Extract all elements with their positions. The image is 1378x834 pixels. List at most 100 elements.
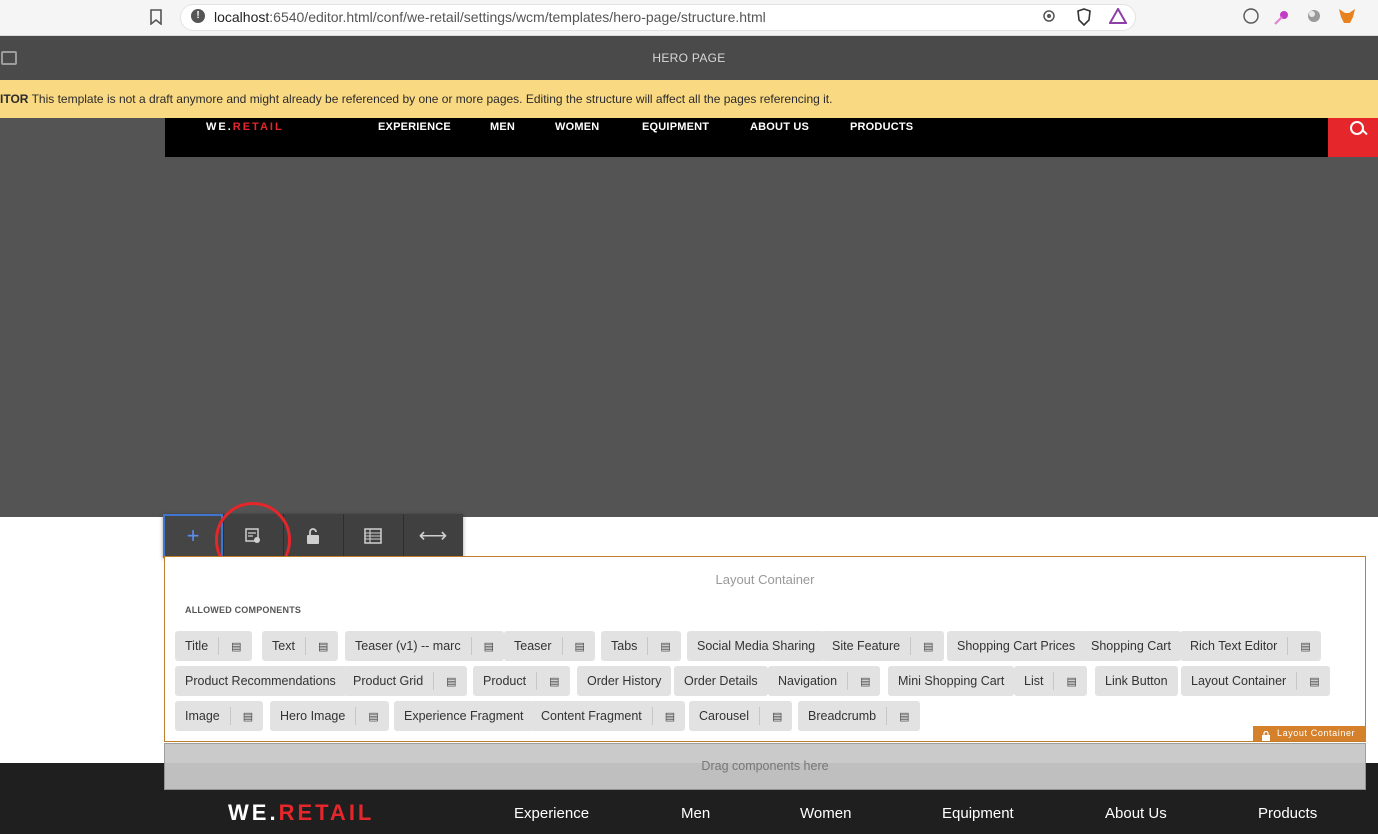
- footer-nav-about-us[interactable]: About Us: [1105, 805, 1167, 822]
- lock-icon: [1262, 728, 1270, 741]
- chip-policy[interactable]: ▤: [910, 637, 943, 655]
- footer-nav-experience[interactable]: Experience: [514, 805, 589, 822]
- properties-button[interactable]: [343, 514, 403, 558]
- brave-rewards-icon[interactable]: [1108, 6, 1128, 28]
- component-chip-content-fragment[interactable]: Content Fragment ▤: [531, 701, 686, 731]
- chip-policy[interactable]: ▤: [1053, 672, 1086, 690]
- policy-icon: ▤: [860, 675, 871, 688]
- chip-policy[interactable]: ▤: [847, 672, 880, 690]
- logo-accent: RETAIL: [232, 121, 284, 133]
- component-chip-product-recommendations[interactable]: Product Recommendations: [175, 666, 346, 696]
- url-text[interactable]: localhost:6540/editor.html/conf/we-retai…: [214, 9, 766, 25]
- chip-label: Content Fragment: [541, 709, 642, 723]
- site-info-icon[interactable]: !: [191, 9, 205, 23]
- chip-label: Rich Text Editor: [1190, 639, 1278, 653]
- chip-policy[interactable]: ▤: [651, 707, 685, 725]
- footer-nav-products[interactable]: Products: [1258, 805, 1317, 822]
- footer-nav-women[interactable]: Women: [800, 805, 851, 822]
- layout-container-title: Layout Container: [715, 572, 815, 587]
- component-chip-mini-shopping-cart[interactable]: Mini Shopping Cart: [888, 666, 1015, 696]
- chip-label: Experience Fragment: [404, 709, 524, 723]
- footer-nav-men[interactable]: Men: [681, 805, 710, 822]
- extension-comet-icon[interactable]: [1272, 8, 1292, 28]
- nav-products[interactable]: PRODUCTS: [850, 121, 913, 133]
- chip-policy[interactable]: ▤: [470, 637, 504, 655]
- component-chip-site-feature[interactable]: Site Feature ▤: [822, 631, 944, 661]
- component-chip-tabs[interactable]: Tabs ▤: [601, 631, 681, 661]
- component-chip-hero-image[interactable]: Hero Image ▤: [270, 701, 389, 731]
- chip-policy[interactable]: ▤: [355, 707, 388, 725]
- location-icon[interactable]: [1039, 8, 1059, 28]
- component-chip-shopping-cart[interactable]: Shopping Cart: [1081, 631, 1181, 661]
- chip-label: Product Grid: [353, 674, 424, 688]
- chip-policy[interactable]: ▤: [1287, 637, 1320, 655]
- policy-icon: ▤: [549, 675, 560, 688]
- component-chip-experience-fragment[interactable]: Experience Fragment: [394, 701, 534, 731]
- footer-logo[interactable]: WE.RETAIL: [228, 800, 374, 826]
- component-chip-product[interactable]: Product ▤: [473, 666, 570, 696]
- component-chip-teaser[interactable]: Teaser ▤: [504, 631, 595, 661]
- policy-icon: ▤: [574, 640, 585, 653]
- chip-policy[interactable]: ▤: [229, 707, 263, 725]
- component-chip-carousel[interactable]: Carousel ▤: [689, 701, 793, 731]
- metamask-fox-icon[interactable]: [1337, 8, 1357, 28]
- layout-resize-button[interactable]: ⟷: [403, 514, 463, 558]
- component-chip-title[interactable]: Title ▤: [175, 631, 252, 661]
- component-chip-link-button[interactable]: Link Button: [1095, 666, 1178, 696]
- logo-main: WE.: [206, 121, 233, 133]
- chip-label: Teaser: [514, 639, 552, 653]
- extension-circle-icon[interactable]: [1304, 8, 1324, 28]
- footer-nav-equipment[interactable]: Equipment: [942, 805, 1014, 822]
- chip-policy[interactable]: ▤: [218, 637, 251, 655]
- component-chip-shopping-cart-prices[interactable]: Shopping Cart Prices: [947, 631, 1086, 661]
- component-chip-breadcrumb[interactable]: Breadcrumb ▤: [798, 701, 920, 731]
- url-path: :6540/editor.html/conf/we-retail/setting…: [269, 9, 766, 25]
- chip-policy[interactable]: ▤: [886, 707, 919, 725]
- nav-experience[interactable]: EXPERIENCE: [378, 121, 451, 133]
- chip-policy[interactable]: ▤: [1296, 672, 1329, 690]
- chip-policy[interactable]: ▤: [536, 672, 569, 690]
- chip-policy[interactable]: ▤: [561, 637, 595, 655]
- component-chip-order-history[interactable]: Order History: [577, 666, 672, 696]
- component-chip-rich-text-editor[interactable]: Rich Text Editor ▤: [1180, 631, 1321, 661]
- insert-component-button[interactable]: +: [163, 514, 223, 558]
- unlock-button[interactable]: [283, 514, 343, 558]
- chip-label: Title: [185, 639, 209, 653]
- chip-label: Navigation: [778, 674, 838, 688]
- we-retail-logo[interactable]: WE.RETAIL: [206, 121, 284, 133]
- chip-label: Breadcrumb: [808, 709, 877, 723]
- chip-label: Link Button: [1105, 674, 1168, 688]
- chip-policy[interactable]: ▤: [647, 637, 680, 655]
- policy-icon: ▤: [772, 710, 783, 723]
- component-chip-layout-container[interactable]: Layout Container ▤: [1181, 666, 1330, 696]
- chip-policy[interactable]: ▤: [433, 672, 466, 690]
- bookmark-icon[interactable]: [150, 9, 164, 27]
- nav-women[interactable]: WOMEN: [555, 121, 599, 133]
- policy-icon: ▤: [1300, 640, 1311, 653]
- chip-label: Layout Container: [1191, 674, 1287, 688]
- nav-men[interactable]: MEN: [490, 121, 515, 133]
- component-chip-social-media-sharing[interactable]: Social Media Sharing: [687, 631, 826, 661]
- policy-icon: ▤: [446, 675, 457, 688]
- chip-policy[interactable]: ▤: [304, 637, 338, 655]
- extension-code-icon[interactable]: [1241, 8, 1261, 28]
- nav-equipment[interactable]: EQUIPMENT: [642, 121, 709, 133]
- component-chip-order-details[interactable]: Order Details: [674, 666, 768, 696]
- component-chip-image[interactable]: Image ▤: [175, 701, 264, 731]
- chip-label: Product Recommendations: [185, 674, 336, 688]
- component-chip-product-grid[interactable]: Product Grid ▤: [343, 666, 467, 696]
- policy-icon: ▤: [231, 640, 242, 653]
- component-chip-teaser-v1[interactable]: Teaser (v1) -- marc ▤: [345, 631, 504, 661]
- warning-prefix: ITOR: [0, 92, 29, 106]
- chip-label: Teaser (v1) -- marc: [355, 639, 461, 653]
- brave-shield-icon[interactable]: [1074, 8, 1094, 28]
- chip-policy[interactable]: ▤: [759, 707, 792, 725]
- nav-about-us[interactable]: ABOUT US: [750, 121, 809, 133]
- warning-message: ITOR This template is not a draft anymor…: [0, 92, 832, 106]
- component-chip-navigation[interactable]: Navigation ▤: [768, 666, 881, 696]
- drag-components-text: Drag components here: [701, 759, 829, 773]
- footer-logo-main: WE.: [228, 800, 279, 825]
- policy-icon: ▤: [923, 640, 934, 653]
- component-chip-list[interactable]: List ▤: [1014, 666, 1087, 696]
- component-chip-text[interactable]: Text ▤: [262, 631, 339, 661]
